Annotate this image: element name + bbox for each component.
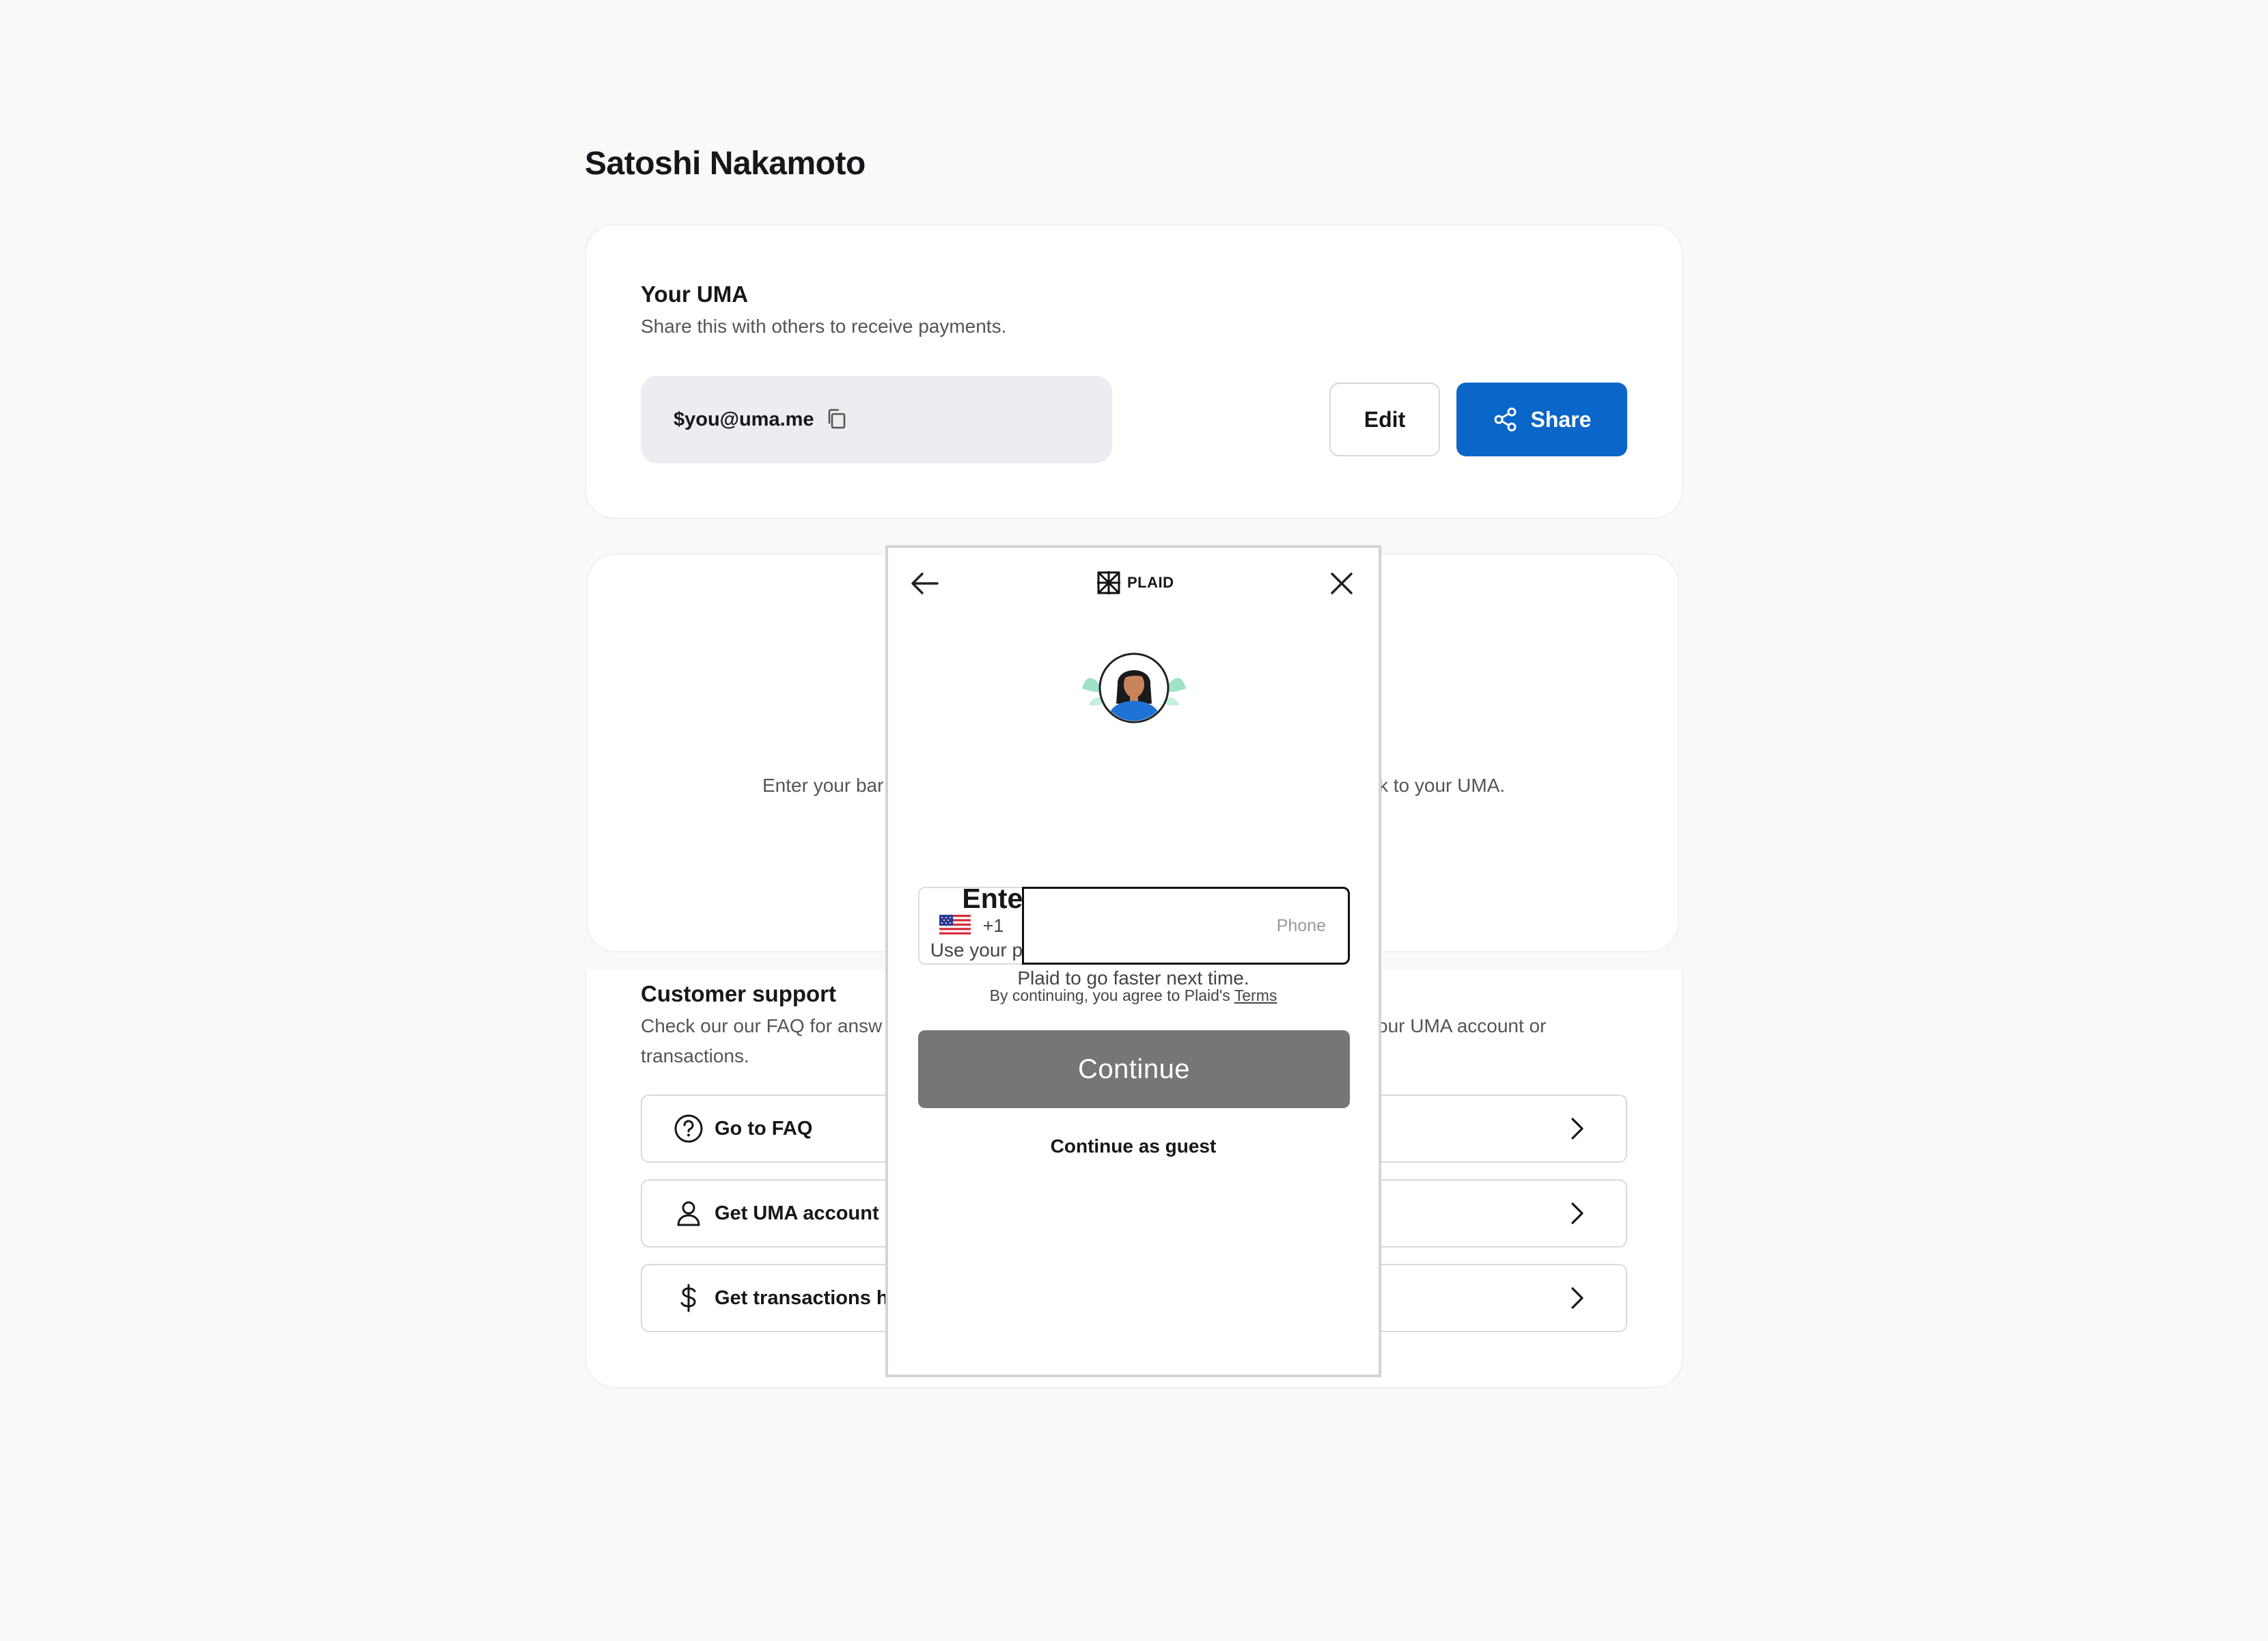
avatar bbox=[1079, 650, 1189, 729]
copy-icon[interactable] bbox=[825, 407, 848, 432]
plaid-modal: PLAID Enter your phone number Use your p… bbox=[885, 545, 1381, 1377]
bank-card-text-right: k to your UMA. bbox=[1379, 775, 1506, 796]
dollar-icon bbox=[674, 1283, 704, 1313]
uma-card bbox=[585, 224, 1683, 519]
plaid-logo: PLAID bbox=[1094, 568, 1174, 597]
support-desc-left: Check our our FAQ for answ bbox=[641, 1015, 883, 1036]
close-icon[interactable] bbox=[1328, 570, 1355, 601]
share-label: Share bbox=[1530, 406, 1592, 432]
phone-input[interactable] bbox=[1022, 887, 1350, 965]
uma-address: $you@uma.me bbox=[674, 408, 814, 430]
chevron-right-icon bbox=[1563, 1115, 1590, 1142]
continue-button[interactable]: Continue bbox=[918, 1030, 1350, 1108]
support-desc-right: our UMA account or bbox=[1377, 1015, 1547, 1036]
page-title: Satoshi Nakamoto bbox=[585, 146, 866, 182]
faq-label: Go to FAQ bbox=[715, 1117, 813, 1140]
share-icon bbox=[1493, 406, 1519, 432]
share-button[interactable]: Share bbox=[1456, 383, 1627, 456]
uma-card-title: Your UMA bbox=[641, 281, 749, 307]
bank-card-text-left: Enter your bar bbox=[762, 775, 884, 796]
country-code: +1 bbox=[982, 915, 1004, 936]
uma-address-box: $you@uma.me bbox=[641, 376, 1112, 463]
terms-link[interactable]: Terms bbox=[1234, 987, 1277, 1004]
plaid-wordmark: PLAID bbox=[1127, 574, 1174, 591]
terms-prefix: By continuing, you agree to Plaid's bbox=[989, 987, 1230, 1004]
chevron-right-icon bbox=[1563, 1200, 1590, 1227]
country-code-selector[interactable]: +1 bbox=[918, 887, 1023, 965]
support-title: Customer support bbox=[641, 981, 837, 1006]
back-arrow-icon[interactable] bbox=[909, 570, 940, 601]
transactions-help-label: Get transactions h bbox=[715, 1286, 889, 1309]
plaid-logo-icon bbox=[1097, 571, 1120, 594]
uma-account-help-label: Get UMA account h bbox=[715, 1202, 897, 1224]
edit-button[interactable]: Edit bbox=[1329, 383, 1440, 456]
user-icon bbox=[674, 1198, 704, 1228]
continue-as-guest-link[interactable]: Continue as guest bbox=[888, 1135, 1379, 1157]
question-circle-icon bbox=[674, 1114, 704, 1144]
support-desc-line2: transactions. bbox=[641, 1045, 749, 1066]
us-flag-icon bbox=[939, 915, 971, 937]
uma-card-subtitle: Share this with others to receive paymen… bbox=[641, 316, 1007, 337]
terms-text: By continuing, you agree to Plaid's Term… bbox=[888, 987, 1379, 1005]
chevron-right-icon bbox=[1563, 1284, 1590, 1312]
